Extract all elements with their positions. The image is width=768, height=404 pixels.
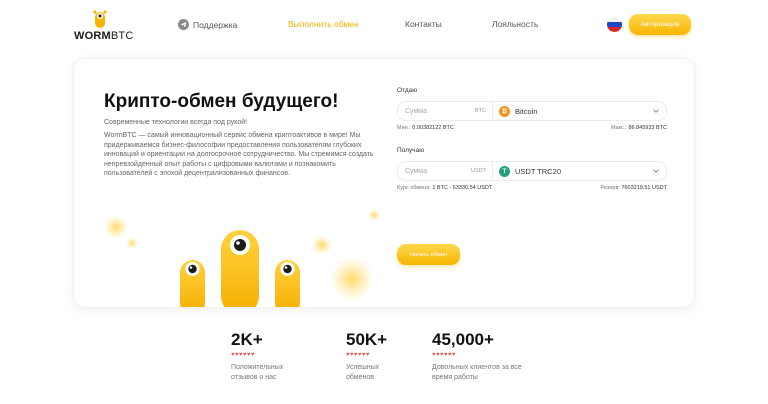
tether-icon: T xyxy=(499,165,510,177)
receive-info: Курс обмена: 1 BTC - 63330.54 USDT Резер… xyxy=(397,185,667,191)
stat-description: Успешных обменов xyxy=(346,364,380,381)
give-row: Сумма BTC ₿ Bitcoin xyxy=(397,101,667,121)
logo-text: WORMBTC xyxy=(74,30,134,42)
chevron-down-icon xyxy=(653,109,659,113)
exchange-rate: Курс обмена: 1 BTC - 63330.54 USDT xyxy=(397,185,493,191)
chevron-down-icon xyxy=(653,169,659,173)
stat-exchanges: 50K+ ♥♥♥♥♥♥ Успешных обменов xyxy=(346,330,387,382)
decor-glow xyxy=(104,215,128,239)
worm-mascots-illustration xyxy=(180,230,300,307)
bitcoin-icon: ₿ xyxy=(499,105,510,117)
telegram-icon xyxy=(178,19,189,30)
auth-button[interactable]: Авторизация xyxy=(629,14,691,35)
give-coin-name: Bitcoin xyxy=(515,106,538,116)
nav-loyalty[interactable]: Лояльность xyxy=(492,19,538,29)
nav-exchange[interactable]: Выполнить обмен xyxy=(288,19,359,29)
start-exchange-button[interactable]: Начать обмен xyxy=(397,244,460,265)
worm-logo-icon xyxy=(93,10,107,28)
hearts-rating: ♥♥♥♥♥♥ xyxy=(346,352,370,358)
give-amount-placeholder: Сумма xyxy=(405,107,427,115)
receive-coin-select[interactable]: T USDT TRC20 xyxy=(493,162,666,180)
stat-value: 50K+ xyxy=(346,330,388,349)
hero-card: Крипто-обмен будущего! Современные техно… xyxy=(73,58,695,308)
reserve: Резерв: 7603219.51 USDT xyxy=(600,185,668,191)
hero-description: WormBTC — самый инновационный сервис обм… xyxy=(104,132,374,178)
stat-reviews: 2K+ ♥♥♥♥♥♥ Положительных отзывов о нас xyxy=(231,330,283,382)
logo[interactable]: WORMBTC xyxy=(74,8,133,44)
stat-clients: 45,000+ ♥♥♥♥♥♥ Довольных клиентов за все… xyxy=(432,330,522,382)
receive-amount-placeholder: Сумма xyxy=(405,167,427,175)
give-currency-code: BTC xyxy=(475,108,486,114)
nav-contacts[interactable]: Контакты xyxy=(405,19,442,29)
decor-glow xyxy=(126,237,138,249)
give-label: Отдаю xyxy=(397,87,418,94)
nav-support-label: Поддержка xyxy=(193,19,238,30)
give-coin-select[interactable]: ₿ Bitcoin xyxy=(493,102,666,120)
stat-description: Довольных клиентов за все время работы xyxy=(432,364,522,381)
give-min: Мин.: 0.00382122 BTC xyxy=(397,125,454,131)
nav-support[interactable]: Поддержка xyxy=(178,19,237,30)
receive-coin-name: USDT TRC20 xyxy=(515,166,561,176)
hero-subtitle: Современные технологии всегда под рукой! xyxy=(104,119,248,126)
decor-glow xyxy=(330,257,374,301)
give-amount-input[interactable]: Сумма BTC xyxy=(398,102,493,120)
receive-currency-code: USDT xyxy=(471,168,486,174)
language-flag-icon[interactable] xyxy=(607,17,622,32)
stat-description: Положительных отзывов о нас xyxy=(231,364,284,381)
give-limits: Мин.: 0.00382122 BTC Макс.: 86.845933 BT… xyxy=(397,125,667,131)
header: WORMBTC Поддержка Выполнить обмен Контак… xyxy=(0,0,768,52)
give-max: Макс.: 86.845933 BTC xyxy=(610,125,667,131)
hearts-rating: ♥♥♥♥♥♥ xyxy=(432,352,456,358)
receive-label: Получаю xyxy=(397,147,425,154)
decor-glow xyxy=(368,209,380,221)
hearts-rating: ♥♥♥♥♥♥ xyxy=(231,352,255,358)
receive-row: Сумма USDT T USDT TRC20 xyxy=(397,161,667,181)
stat-value: 45,000+ xyxy=(432,330,494,349)
page-title: Крипто-обмен будущего! xyxy=(104,91,339,112)
receive-amount-input[interactable]: Сумма USDT xyxy=(398,162,493,180)
stat-value: 2K+ xyxy=(231,330,263,349)
